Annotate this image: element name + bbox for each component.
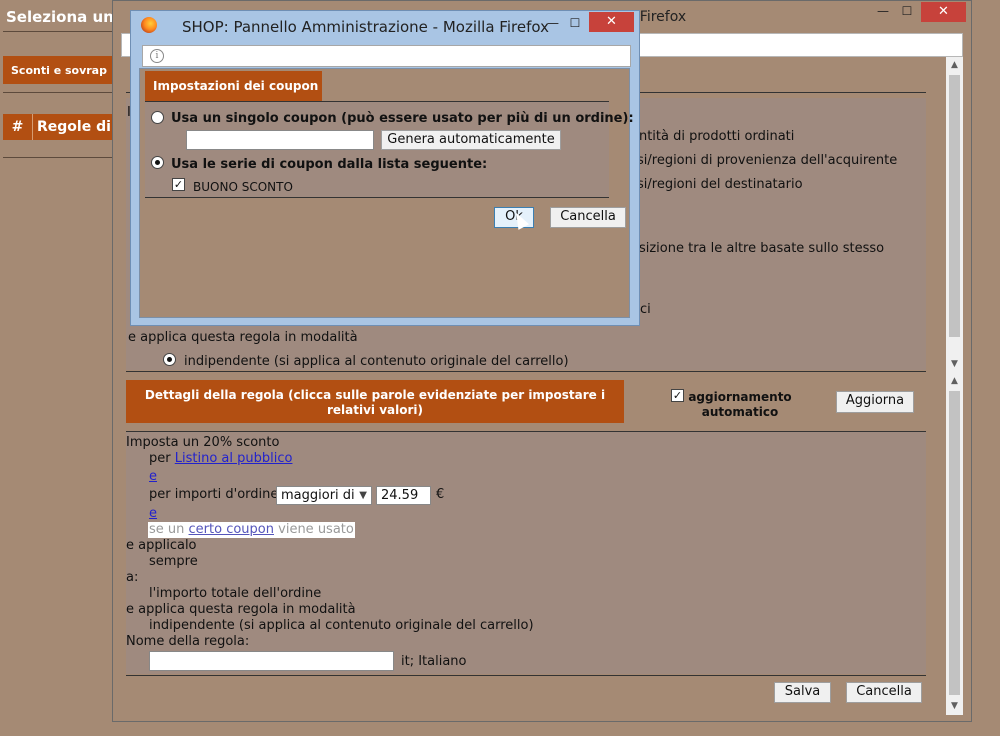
divider: [126, 371, 926, 372]
save-button[interactable]: Salva: [774, 682, 831, 703]
auto-update-checkbox[interactable]: ✓: [671, 389, 684, 402]
amount-operator-value: maggiori di: [281, 488, 355, 503]
details-header: Dettagli della regola (clicca sulle paro…: [126, 380, 624, 423]
series-coupon-label: Usa le serie di coupon dalla lista segue…: [171, 157, 488, 172]
divider: [3, 92, 113, 93]
mode-value: indipendente (si applica al contenuto or…: [149, 618, 534, 633]
divider: [3, 31, 113, 32]
rule-line: per Listino al pubblico: [149, 451, 292, 466]
mode-label: e applica questa regola in modalità: [126, 602, 356, 617]
series-item-checkbox[interactable]: ✓: [172, 178, 185, 191]
maximize-button[interactable]: ☐: [893, 1, 921, 23]
and-link[interactable]: e: [149, 506, 157, 521]
maximize-button[interactable]: ☐: [561, 13, 589, 35]
chevron-up-icon[interactable]: ▲: [946, 57, 963, 74]
series-coupon-radio[interactable]: [151, 156, 164, 169]
single-coupon-label: Usa un singolo coupon (può essere usato …: [171, 111, 634, 126]
mode-radio[interactable]: [163, 353, 176, 366]
rule-name-language: it; Italiano: [401, 654, 467, 669]
generate-button[interactable]: Genera automaticamente: [381, 130, 561, 150]
option-label: si/regioni di provenienza dell'acquirent…: [637, 153, 898, 168]
rules-table-header: # Regole di: [3, 114, 113, 140]
coupon-prefix: se un: [149, 522, 185, 537]
coupon-dialog: SHOP: Pannello Amministrazione - Mozilla…: [130, 10, 640, 326]
coupon-options-panel: Usa un singolo coupon (può essere usato …: [145, 101, 634, 198]
page-title: Seleziona una: [6, 8, 124, 26]
coupon-suffix: viene usato: [278, 522, 354, 537]
amount-label: per importi d'ordine: [149, 487, 279, 502]
cancel-button[interactable]: Cancella: [846, 682, 922, 703]
address-bar[interactable]: i: [142, 45, 631, 67]
option-label: ci: [640, 302, 651, 317]
apply-label: e applicalo: [126, 538, 197, 553]
chevron-down-icon[interactable]: ▼: [946, 698, 963, 715]
amount-operator-select[interactable]: maggiori di ▼: [276, 486, 372, 505]
mode-label: e applica questa regola in modalità: [128, 330, 358, 345]
discount-text: Imposta un 20% sconto: [126, 435, 280, 450]
single-coupon-input[interactable]: [186, 130, 374, 150]
auto-update-label: aggiornamento automatico: [688, 390, 792, 419]
chevron-down-icon[interactable]: ▼: [946, 356, 963, 373]
scrollbar-thumb[interactable]: [949, 75, 960, 337]
dialog-title: SHOP: Pannello Amministrazione - Mozilla…: [182, 18, 549, 36]
price-list-link[interactable]: Listino al pubblico: [175, 451, 293, 466]
chevron-down-icon: ▼: [359, 490, 367, 501]
scrollbar[interactable]: ▲ ▼: [946, 57, 963, 373]
option-label: antità di prodotti ordinati: [631, 129, 795, 144]
scrollbar-thumb[interactable]: [949, 391, 960, 695]
rule-name-input[interactable]: [149, 651, 394, 671]
divider: [3, 157, 113, 158]
option-label: osizione tra le altre basate sullo stess…: [631, 241, 885, 256]
firefox-icon: [141, 17, 157, 33]
info-icon[interactable]: i: [150, 49, 164, 63]
rule-name-label: Nome della regola:: [126, 634, 250, 649]
scrollbar[interactable]: ▲ ▼: [946, 373, 963, 715]
mode-option-label: indipendente (si applica al contenuto or…: [184, 354, 569, 369]
cancel-button[interactable]: Cancella: [550, 207, 626, 228]
currency-symbol: €: [436, 487, 445, 502]
coupon-condition: se un certo coupon viene usato: [148, 522, 355, 538]
amount-value-input[interactable]: 24.59: [376, 486, 431, 505]
close-button[interactable]: ✕: [589, 12, 634, 32]
option-label: si/regioni del destinatario: [637, 177, 803, 192]
single-coupon-radio[interactable]: [151, 111, 164, 124]
tab-discounts[interactable]: Sconti e sovrap: [3, 56, 113, 84]
divider: [126, 431, 926, 432]
update-button[interactable]: Aggiorna: [836, 391, 914, 413]
column-hash: #: [3, 114, 33, 140]
per-label: per: [149, 451, 171, 466]
series-item-label: BUONO SCONTO: [193, 180, 293, 194]
tab-coupon-settings[interactable]: Impostazioni dei coupon: [145, 71, 322, 101]
to-value: l'importo totale dell'ordine: [149, 586, 322, 601]
dialog-body: Impostazioni dei coupon Usa un singolo c…: [139, 68, 634, 318]
coupon-link[interactable]: certo coupon: [189, 522, 274, 537]
to-label: a:: [126, 570, 139, 585]
column-rules: Regole di: [37, 119, 111, 135]
chevron-up-icon[interactable]: ▲: [946, 373, 963, 390]
divider: [126, 675, 926, 676]
apply-value: sempre: [149, 554, 198, 569]
and-link[interactable]: e: [149, 469, 157, 484]
close-button[interactable]: ✕: [921, 2, 966, 22]
